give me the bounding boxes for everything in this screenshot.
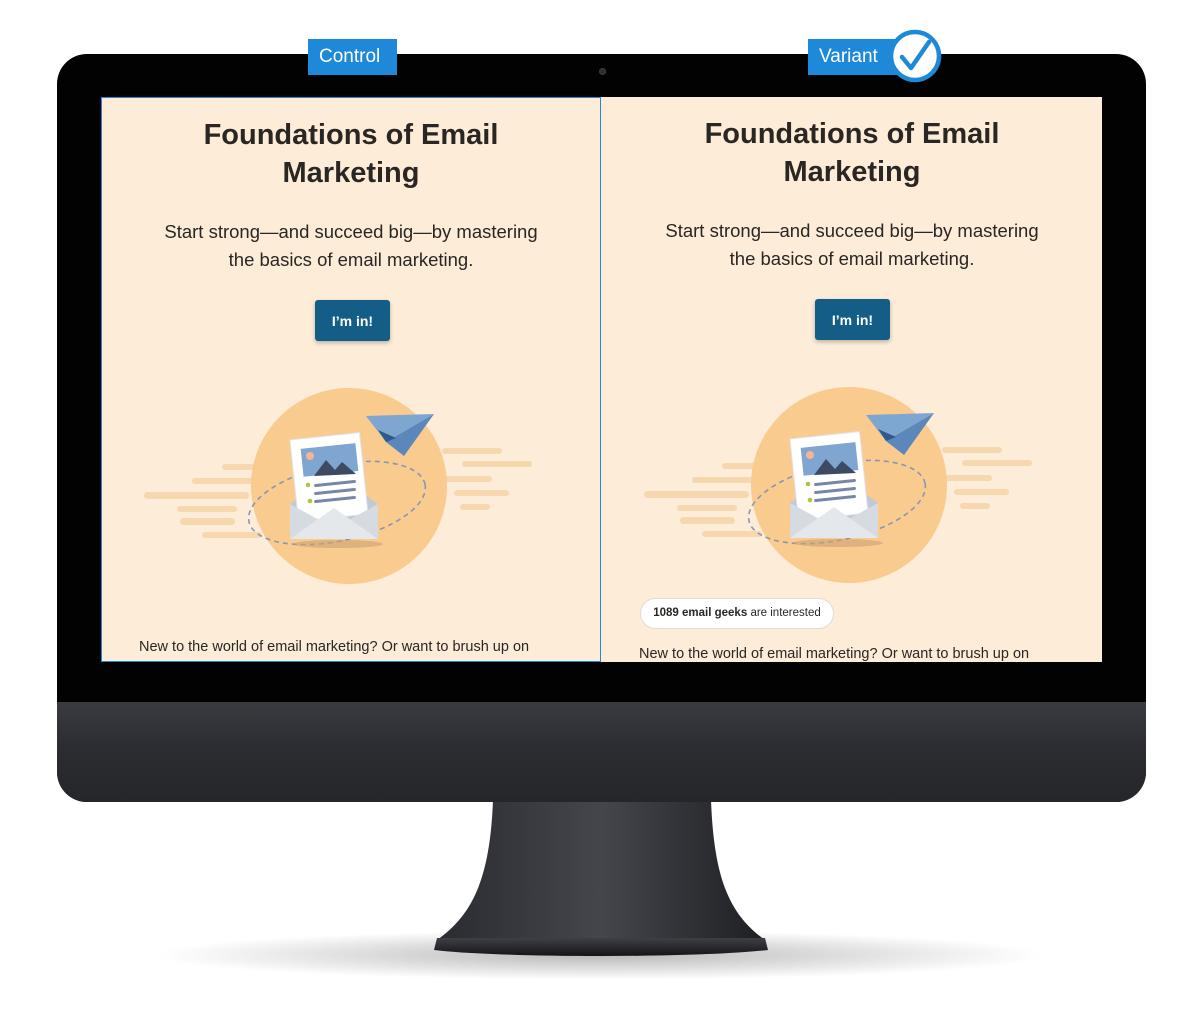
page-title: Foundations of Email Marketing [602, 115, 1102, 191]
body-text: New to the world of email marketing? Or … [139, 639, 530, 655]
social-proof-badge: 1089 email geeks are interested [640, 598, 834, 629]
social-proof-suffix: are interested [750, 607, 821, 619]
checkmark-circle-icon [888, 29, 942, 83]
variant-label: Variant [808, 39, 900, 75]
body-text: New to the world of email marketing? Or … [639, 646, 1030, 662]
social-proof-count: 1089 email geeks [653, 607, 748, 619]
page-title: Foundations of Email Marketing [102, 116, 600, 192]
control-label: Control [308, 39, 397, 75]
page-title-line: Marketing [282, 157, 420, 189]
page-subtitle-line: the basics of email marketing. [228, 249, 474, 270]
im-in-button[interactable]: I’m in! [815, 299, 890, 340]
page-subtitle: Start strong—and succeed big—by masterin… [102, 218, 600, 274]
screen: Foundations of Email Marketing Start str… [101, 97, 1102, 662]
email-illustration-icon [644, 387, 1032, 583]
page-subtitle-line: the basics of email marketing. [729, 248, 975, 269]
camera-icon [599, 68, 606, 75]
monitor-chin [57, 702, 1146, 802]
page-title-line: Foundations of Email [203, 119, 499, 151]
page-title-line: Foundations of Email [704, 118, 1000, 150]
stand-shadow [150, 930, 1050, 980]
page-title-line: Marketing [783, 156, 921, 188]
im-in-button[interactable]: I’m in! [315, 300, 390, 341]
page-subtitle-line: Start strong—and succeed big—by masterin… [164, 221, 538, 242]
page-subtitle-line: Start strong—and succeed big—by masterin… [665, 220, 1039, 241]
email-illustration-icon [144, 388, 532, 584]
variant-panel: Foundations of Email Marketing Start str… [602, 97, 1102, 662]
control-panel: Foundations of Email Marketing Start str… [101, 97, 601, 662]
page-subtitle: Start strong—and succeed big—by masterin… [602, 217, 1102, 273]
